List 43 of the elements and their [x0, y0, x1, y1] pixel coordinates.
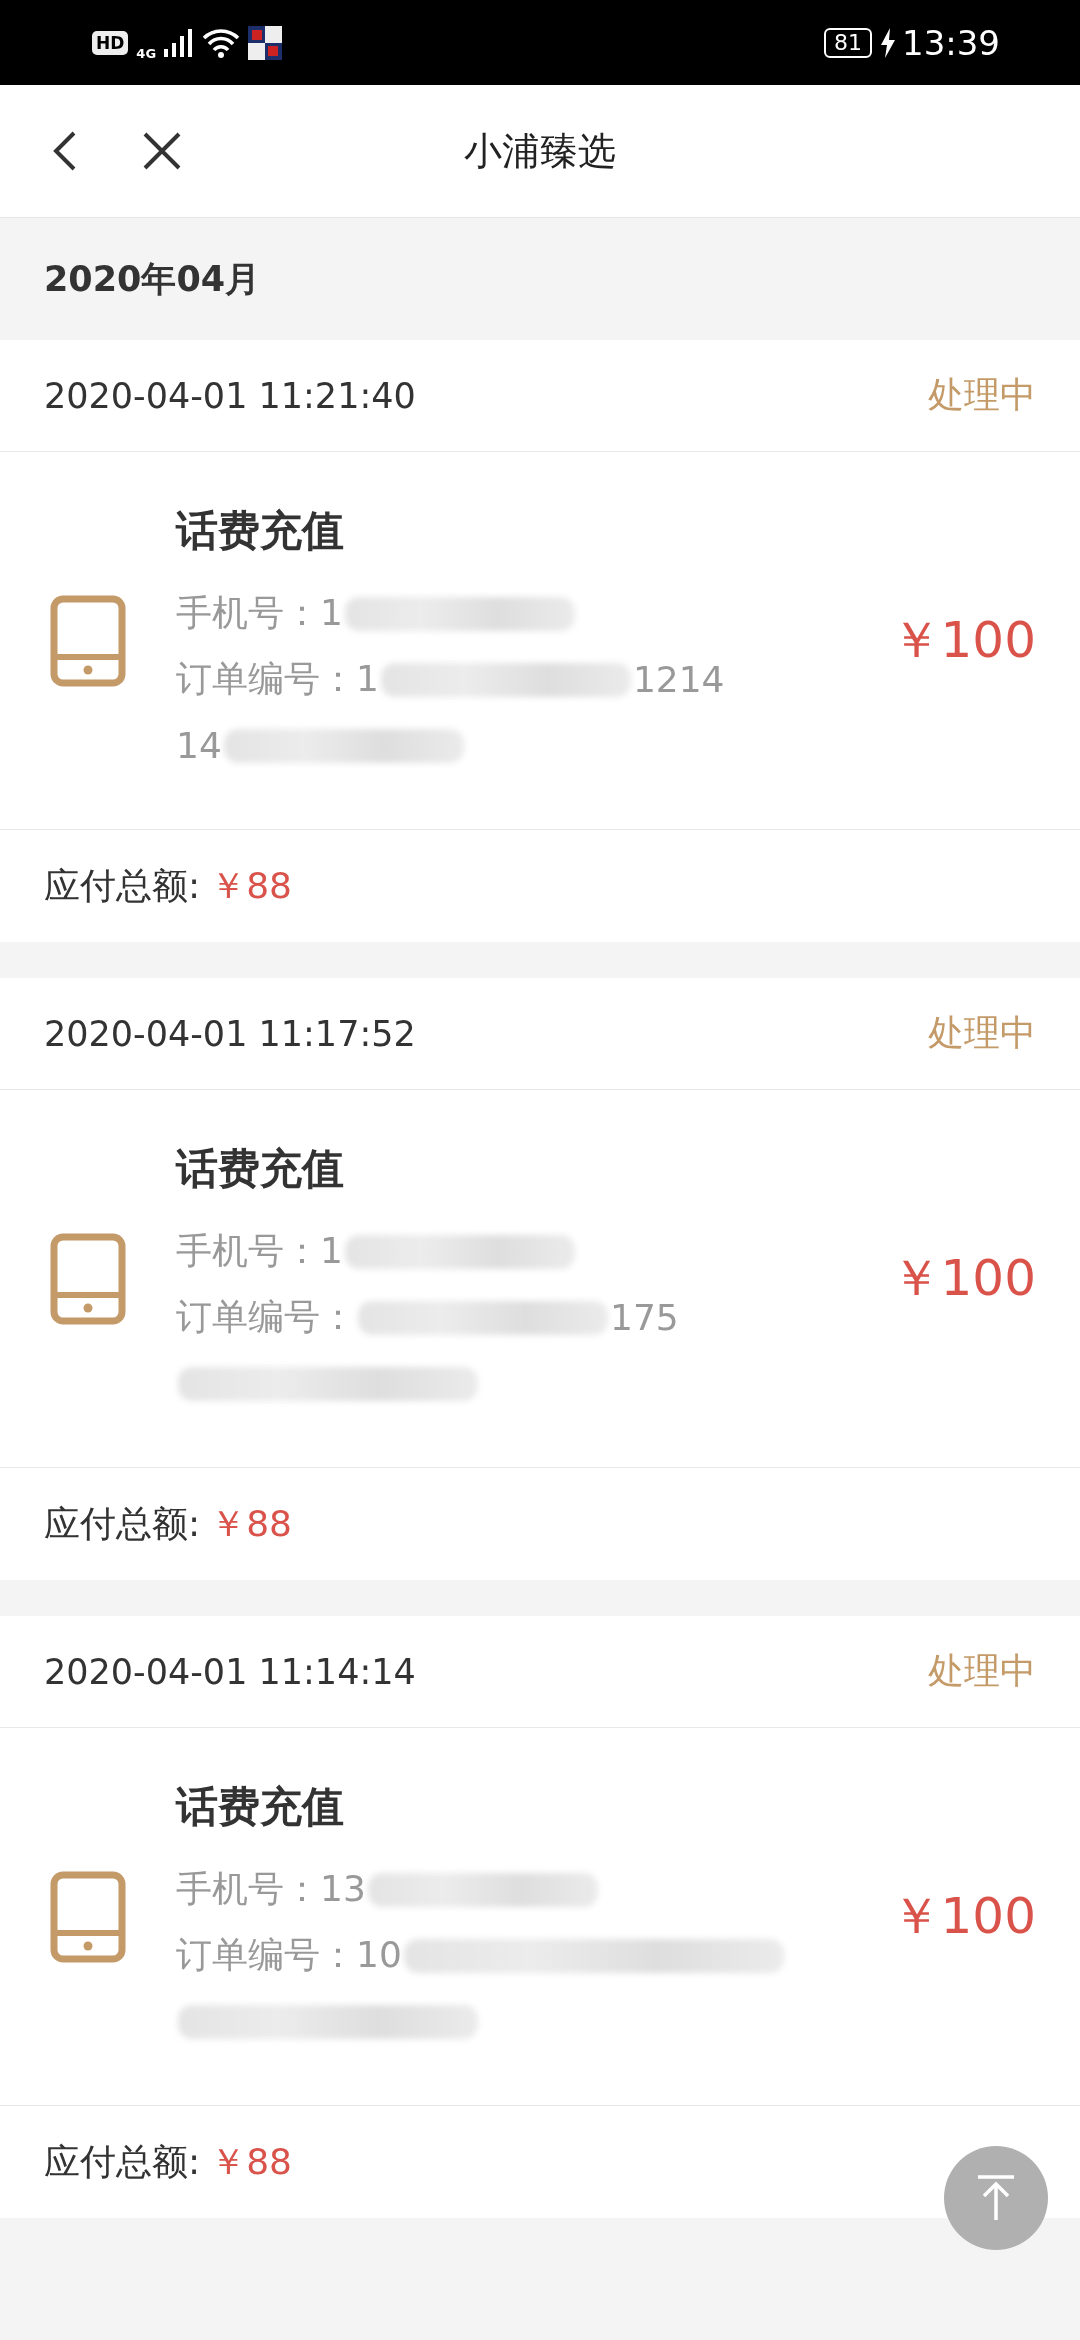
app-logo-icon [248, 25, 283, 60]
total-label: 应付总额: [44, 863, 201, 908]
phone-number: 手机号：1 [176, 1229, 343, 1273]
total-amount: ￥88 [210, 1501, 292, 1546]
order-number-continued: 14 [176, 725, 222, 766]
phone-number: 手机号：13 [176, 1867, 366, 1911]
order-number-label: 订单编号： [176, 1295, 356, 1339]
product-title: 话费充值 [176, 504, 345, 557]
network-type: 4G [136, 46, 157, 61]
order-card[interactable]: 2020-04-01 11:17:52 处理中 话费充值 手机号：1 订单编号： 175 ￥100 应付总额: ￥88 [0, 978, 1080, 1580]
total-label: 应付总额: [44, 2139, 201, 2184]
hd-indicator: HD [92, 30, 129, 55]
phone-icon [50, 1870, 126, 1963]
order-number-label: 订单编号：1 [176, 657, 379, 701]
order-status: 处理中 [928, 1011, 1036, 1055]
item-price: ￥100 [890, 1886, 1036, 1947]
product-title: 话费充值 [176, 1142, 345, 1195]
order-number-label: 订单编号：10 [176, 1933, 402, 1977]
month-heading: 2020年04月 [43, 257, 262, 301]
order-number-end: 175 [610, 1297, 679, 1338]
order-time: 2020-04-01 11:14:14 [44, 1651, 416, 1692]
order-card[interactable]: 2020-04-01 11:21:40 处理中 话费充值 手机号：1 订单编号：1 1214 14 ￥100 应付总额: ￥88 [0, 340, 1080, 942]
wifi-icon [202, 27, 241, 58]
signal-icon [164, 28, 195, 57]
phone-number: 手机号：1 [176, 591, 343, 635]
clock: 13:39 [902, 22, 1000, 63]
total-amount: ￥88 [210, 2139, 292, 2184]
order-number-end: 1214 [632, 659, 725, 700]
order-status: 处理中 [928, 373, 1036, 417]
product-title: 话费充值 [176, 1780, 345, 1833]
close-icon [142, 131, 182, 171]
order-status: 处理中 [928, 1649, 1036, 1693]
item-price: ￥100 [890, 1248, 1036, 1309]
page-title: 小浦臻选 [464, 127, 616, 175]
order-card[interactable]: 2020-04-01 11:14:14 处理中 话费充值 手机号：13 订单编号：10 ￥100 应付总额: ￥88 [0, 1616, 1080, 2218]
phone-icon [50, 594, 126, 687]
order-time: 2020-04-01 11:21:40 [44, 375, 416, 416]
total-label: 应付总额: [44, 1501, 201, 1546]
total-amount: ￥88 [210, 863, 292, 908]
order-time: 2020-04-01 11:17:52 [44, 1013, 416, 1054]
battery-level: 81 [824, 27, 872, 58]
item-price: ￥100 [890, 610, 1036, 671]
phone-icon [50, 1232, 126, 1325]
